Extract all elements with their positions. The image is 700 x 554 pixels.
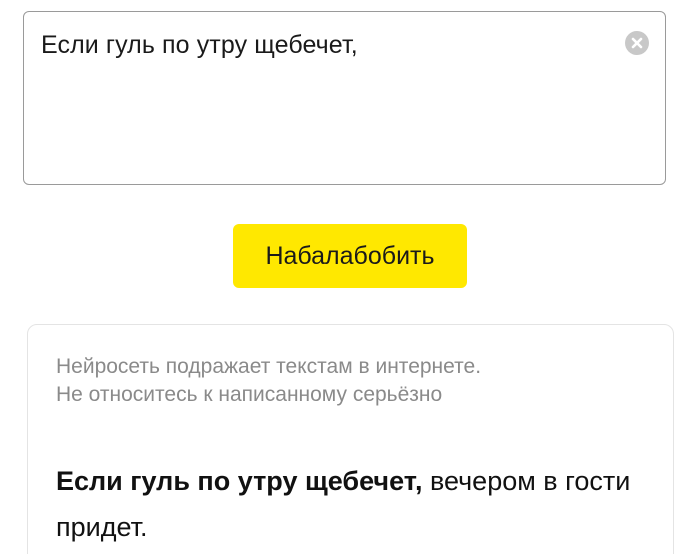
result-prompt-part: Если гуль по утру щебечет, <box>56 466 423 496</box>
prompt-text[interactable]: Если гуль по утру щебечет, <box>41 31 358 60</box>
disclaimer-line-2: Не относитесь к написанному серьёзно <box>56 383 443 406</box>
generate-button[interactable]: Набалабобить <box>233 224 467 288</box>
disclaimer: Нейросеть подражает текстам в интернете.… <box>56 353 481 409</box>
prompt-textarea[interactable]: Если гуль по утру щебечет, <box>23 11 666 185</box>
close-circle-icon[interactable] <box>625 31 649 55</box>
result-text: Если гуль по утру щебечет, вечером в гос… <box>56 458 636 550</box>
page: Если гуль по утру щебечет, Набалабобить … <box>0 0 700 554</box>
disclaimer-line-1: Нейросеть подражает текстам в интернете. <box>56 355 482 378</box>
result-card: Нейросеть подражает текстам в интернете.… <box>27 324 674 554</box>
